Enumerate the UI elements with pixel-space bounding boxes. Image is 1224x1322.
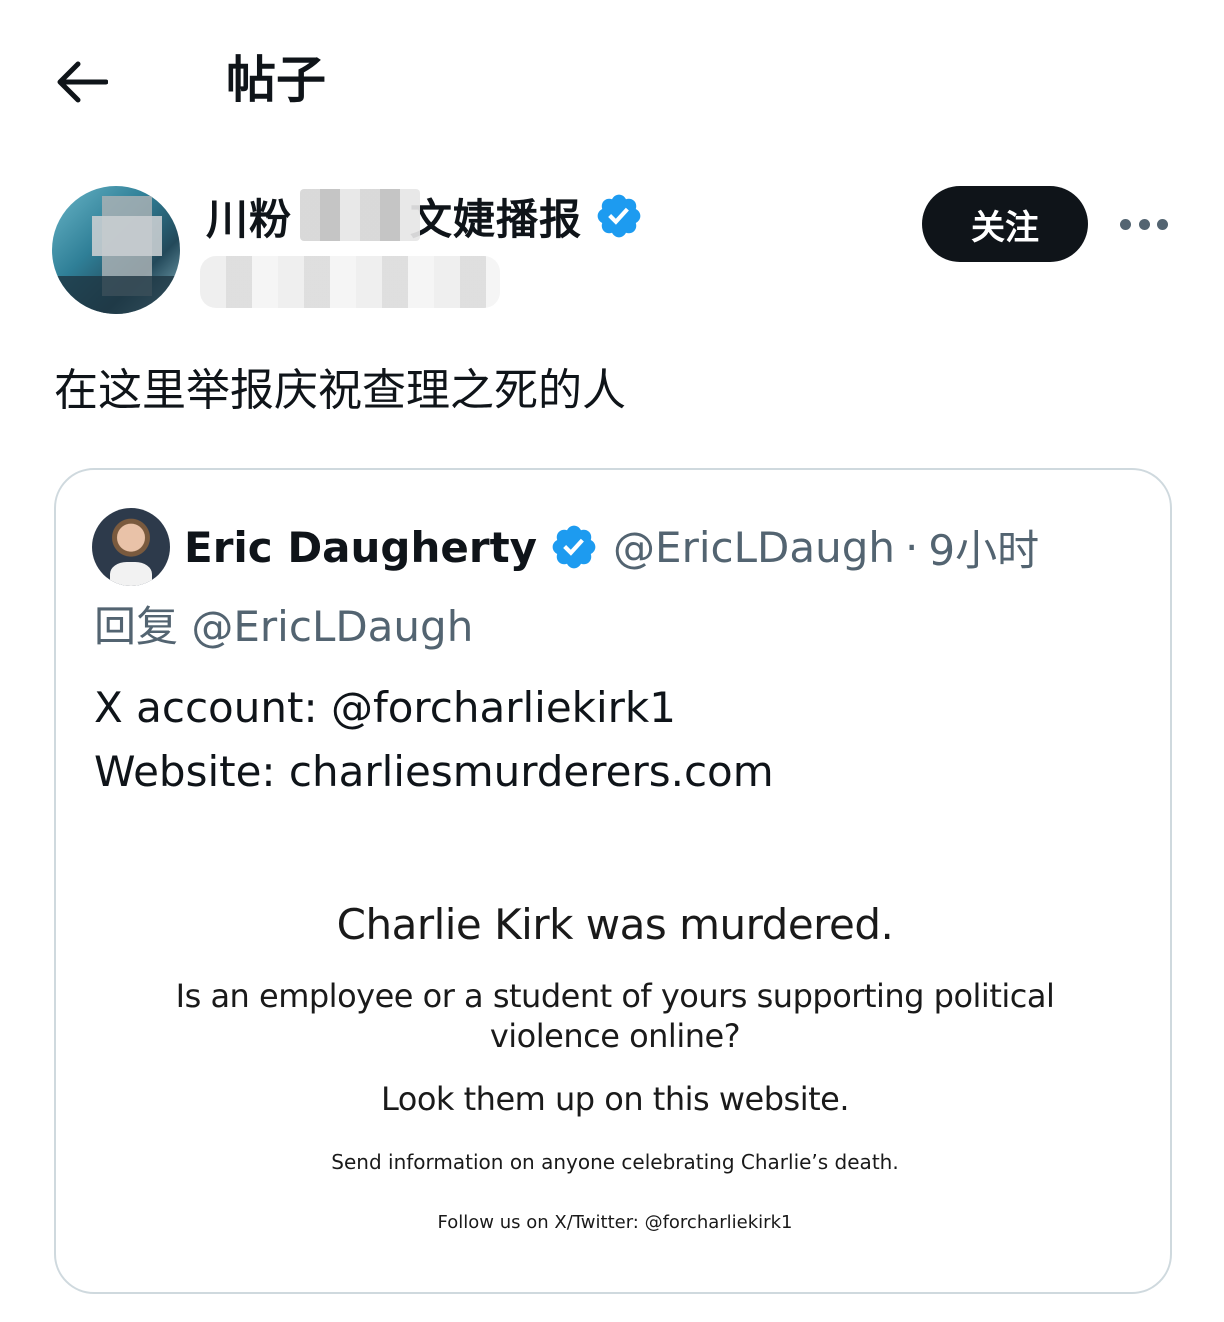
author-name-end: 文婕播报 bbox=[410, 194, 583, 244]
verified-badge-icon bbox=[549, 522, 599, 572]
quoted-text-line: X account: @forcharliekirk1 bbox=[94, 683, 676, 732]
image-send-info: Send information on anyone celebrating C… bbox=[331, 1150, 899, 1174]
post-text: 在这里举报庆祝查理之死的人 bbox=[54, 365, 626, 416]
follow-button[interactable]: 关注 bbox=[922, 186, 1088, 262]
author-name-start: 川粉 bbox=[206, 194, 293, 244]
quoted-post-header: Eric Daugherty @EricLDaugh · 9小时 bbox=[184, 514, 1039, 580]
back-button[interactable] bbox=[52, 52, 112, 112]
reply-mention-link[interactable]: @EricLDaugh bbox=[191, 602, 473, 651]
quoted-author-handle[interactable]: @EricLDaugh bbox=[613, 523, 895, 572]
post-timestamp[interactable]: 9小时 bbox=[928, 517, 1039, 578]
reply-prefix: 回复 bbox=[94, 602, 179, 651]
image-headline: Charlie Kirk was murdered. bbox=[336, 900, 894, 949]
separator-dot: · bbox=[905, 522, 919, 572]
top-bar: 帖子 bbox=[0, 0, 1224, 160]
author-name-row[interactable]: 川粉 文婕播报 bbox=[206, 186, 644, 246]
image-cta: Look them up on this website. bbox=[381, 1080, 849, 1118]
more-horizontal-icon bbox=[1120, 218, 1131, 230]
author-avatar[interactable] bbox=[52, 186, 180, 314]
quoted-author-name[interactable]: Eric Daugherty bbox=[184, 523, 537, 572]
quoted-text-line: Website: charliesmurderers.com bbox=[94, 747, 774, 796]
quoted-author-avatar[interactable] bbox=[92, 508, 170, 586]
quoted-post-text: X account: @forcharliekirk1 Website: cha… bbox=[94, 676, 774, 804]
quoted-post-card[interactable]: Eric Daugherty @EricLDaugh · 9小时 回复 @Eri… bbox=[54, 468, 1172, 1294]
image-question: Is an employee or a student of yours sup… bbox=[175, 977, 1055, 1055]
redacted-name-mosaic bbox=[300, 189, 420, 241]
image-follow-us: Follow us on X/Twitter: @forcharliekirk1 bbox=[437, 1212, 793, 1233]
page-title: 帖子 bbox=[226, 51, 326, 109]
arrow-left-icon bbox=[57, 61, 108, 103]
quoted-post-image[interactable]: Charlie Kirk was murdered. Is an employe… bbox=[56, 870, 1170, 1292]
reply-context: 回复 @EricLDaugh bbox=[94, 598, 473, 656]
more-options-button[interactable] bbox=[1116, 200, 1172, 248]
verified-badge-icon bbox=[594, 191, 644, 241]
redacted-handle-mosaic bbox=[200, 256, 500, 308]
